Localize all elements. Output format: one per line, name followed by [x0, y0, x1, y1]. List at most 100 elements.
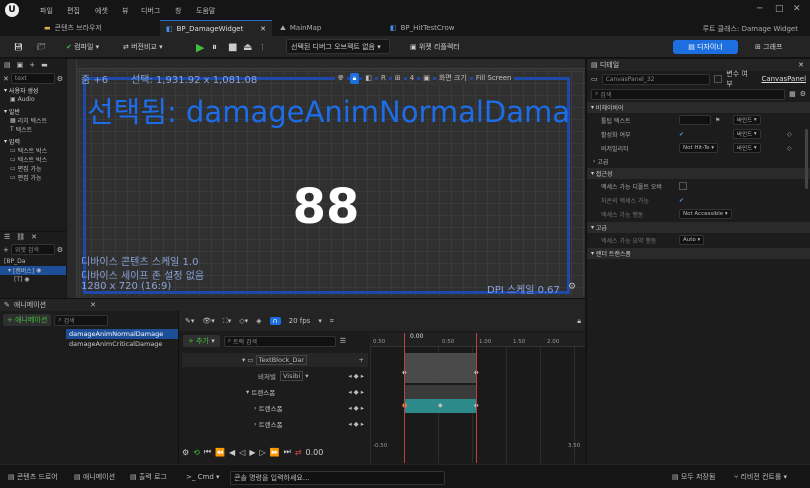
pause-icon[interactable]: ⏸: [212, 39, 217, 55]
details-search-input[interactable]: ⌕ 검색: [591, 88, 786, 100]
fps-chevron-icon[interactable]: ▾: [318, 317, 322, 325]
clear-search-icon[interactable]: ✕: [3, 75, 9, 83]
flag-icon[interactable]: ⚑: [715, 117, 720, 124]
menu-help[interactable]: 도움말: [196, 6, 215, 16]
designer-mode-button[interactable]: ▤ 디자이너: [673, 40, 738, 54]
key-nav-icons[interactable]: ◂ ◆ ▸: [348, 420, 364, 428]
language-preview-button[interactable]: 🌐︎: [335, 72, 347, 84]
prev-key-icon[interactable]: ⏪: [215, 448, 225, 457]
settings-icon[interactable]: ⚙: [800, 90, 806, 98]
hierarchy-item-text[interactable]: [T] ◉: [0, 275, 66, 284]
section-accessibility[interactable]: ▾ 접근성: [587, 168, 810, 179]
key-nav-icons[interactable]: ◂ ◆ ▸: [348, 372, 364, 380]
end-marker-line[interactable]: [476, 333, 477, 463]
settings-icon[interactable]: ⚙: [57, 246, 63, 254]
menu-view[interactable]: 뷰: [122, 6, 128, 16]
children-accessible-checkbox[interactable]: ✔: [679, 197, 684, 204]
palette-item[interactable]: ▭ 텍스트 박스: [0, 146, 66, 155]
add-track-button[interactable]: + 추가 ▾: [183, 335, 220, 347]
content-drawer-button[interactable]: ▤ 콘텐츠 드로어: [8, 470, 58, 484]
snap-to-key-icon[interactable]: ◈: [256, 317, 261, 325]
tab-mainmap[interactable]: ⛰ MainMap: [274, 20, 374, 36]
save-icon[interactable]: 💾︎: [14, 39, 23, 55]
close-icon[interactable]: ✕: [793, 4, 801, 14]
diff-button[interactable]: ⇄ 버전비교 ▾: [123, 39, 163, 55]
lock-icon[interactable]: 🔒︎: [349, 72, 360, 84]
close-details-icon[interactable]: ✕: [798, 61, 804, 69]
add-icon[interactable]: +: [29, 61, 35, 69]
palette-search-input[interactable]: text: [10, 73, 55, 84]
maximize-icon[interactable]: □: [775, 4, 784, 14]
cmd-dropdown[interactable]: >_ Cmd ▾: [186, 470, 220, 484]
track-textblock[interactable]: ▾ ▭ TextBlock_Dar +: [182, 353, 368, 367]
palette-item[interactable]: ▣ Audio: [0, 95, 66, 104]
widget-name-input[interactable]: CanvasPanel_32: [601, 73, 711, 85]
animation-tab[interactable]: ✎ 애니메이션 ✕: [0, 299, 585, 311]
output-log-button[interactable]: ▤ 출력 로그: [130, 470, 167, 484]
tab-close-icon[interactable]: ✕: [260, 25, 266, 33]
loop-icon[interactable]: ⟲: [193, 448, 200, 457]
eject-icon[interactable]: ⏏: [243, 39, 252, 55]
hierarchy-icon[interactable]: ☰: [4, 233, 10, 241]
library-tab-icon[interactable]: ▣: [17, 61, 24, 69]
view-options-icon[interactable]: 👁︎▾: [202, 317, 214, 325]
animation-list-item[interactable]: damageAnimNormalDamage: [66, 329, 178, 339]
play-icon[interactable]: ▶: [196, 39, 204, 55]
console-input[interactable]: 콘솔 명령을 입력하세요...: [230, 471, 445, 485]
palette-item[interactable]: ▦ 리치 텍스트: [0, 116, 66, 125]
section-bar-visibility[interactable]: [404, 353, 476, 383]
filter-icon[interactable]: ☰: [340, 337, 346, 345]
section-render-transform[interactable]: ▾ 렌더 트랜스폼: [587, 248, 810, 259]
to-start-icon[interactable]: ⏮: [204, 447, 211, 457]
minimize-icon[interactable]: ─: [757, 4, 762, 14]
menu-edit[interactable]: 편집: [67, 6, 80, 16]
track-transform-translation[interactable]: › 트랜스폼 ◂ ◆ ▸: [182, 401, 368, 415]
animation-search-input[interactable]: ⌕ 검색: [54, 314, 109, 326]
sequencer-timeline[interactable]: 0.50 0.50 1.00 1.50 2.00 0.00 ◆ ◆ ● ◆ ◆ …: [370, 333, 585, 463]
details-scrollbar[interactable]: [805, 129, 808, 189]
camera-icon[interactable]: ⛶▾: [223, 317, 231, 326]
summary-behavior-dropdown[interactable]: Auto ▾: [679, 235, 705, 245]
key-nav-icons[interactable]: ◂ ◆ ▸: [348, 388, 364, 396]
section-advanced[interactable]: ▾ 고급: [587, 222, 810, 233]
next-key-icon[interactable]: ⏩: [270, 448, 280, 457]
palette-item[interactable]: T 텍스트: [0, 125, 66, 134]
animation-drawer-button[interactable]: ▤ 애니메이션: [74, 470, 115, 484]
enabled-checkbox[interactable]: ✔: [679, 131, 684, 138]
add-widget-icon[interactable]: +: [3, 246, 9, 254]
play-reverse-icon[interactable]: ◁: [239, 448, 245, 457]
palette-item[interactable]: ▭ 편집 가능: [0, 164, 66, 173]
tab-content-browser[interactable]: ▬ 콘텐츠 브라우저: [38, 20, 158, 36]
settings-icon[interactable]: ⚙: [182, 448, 189, 457]
bind-dropdown[interactable]: 바인드 ▾: [733, 143, 761, 153]
flip-icon[interactable]: ◧: [362, 73, 375, 83]
step-forward-icon[interactable]: ▷: [260, 448, 266, 457]
hierarchy-search-input[interactable]: 위젯 검색: [10, 244, 55, 255]
dpi-settings-icon[interactable]: ⚙: [568, 282, 576, 292]
key-nav-icons[interactable]: ◂ ◆ ▸: [348, 404, 364, 412]
menu-debug[interactable]: 디버그: [141, 6, 160, 16]
add-animation-button[interactable]: + 애니메이션: [3, 314, 52, 326]
snap-icon[interactable]: ∩: [269, 317, 281, 325]
play-icon[interactable]: ▶: [249, 448, 255, 457]
step-back-icon[interactable]: ◀: [229, 448, 235, 457]
grid-view-icon[interactable]: ▦: [789, 90, 796, 98]
browse-icon[interactable]: 📁︎: [37, 39, 46, 55]
tooltip-input[interactable]: [679, 115, 711, 125]
track-transform-scale[interactable]: › 트랜스폼 ◂ ◆ ▸: [182, 417, 368, 431]
record-icon[interactable]: ⇄: [295, 448, 302, 457]
outline-icon[interactable]: ▣: [420, 73, 433, 83]
bind-dropdown[interactable]: 바인드 ▾: [733, 129, 761, 139]
unreal-logo-icon[interactable]: U: [5, 3, 19, 17]
accessible-behavior-dropdown[interactable]: Not Accessible ▾: [679, 209, 732, 219]
designer-viewport[interactable]: 줌 +6 선택: 1,931.92 x 1,081.08 🌐︎ 🔒︎ ◧ R ⊞…: [67, 59, 585, 298]
track-search-input[interactable]: ⌕ 트랙 검색: [223, 335, 336, 347]
close-panel-icon[interactable]: ✕: [31, 233, 37, 241]
tools-icon[interactable]: ✎▾: [185, 317, 194, 325]
palette-section-common[interactable]: ▾ 일반: [0, 107, 66, 116]
damage-number-text[interactable]: 88: [67, 179, 585, 235]
visibility-value-dropdown[interactable]: Visibi: [279, 371, 304, 381]
visibility-dropdown[interactable]: Not Hit-Te ▾: [679, 143, 719, 153]
current-time[interactable]: 0.00: [306, 448, 324, 457]
palette-section-user-created[interactable]: ▾ 사용자 생성: [0, 86, 66, 95]
